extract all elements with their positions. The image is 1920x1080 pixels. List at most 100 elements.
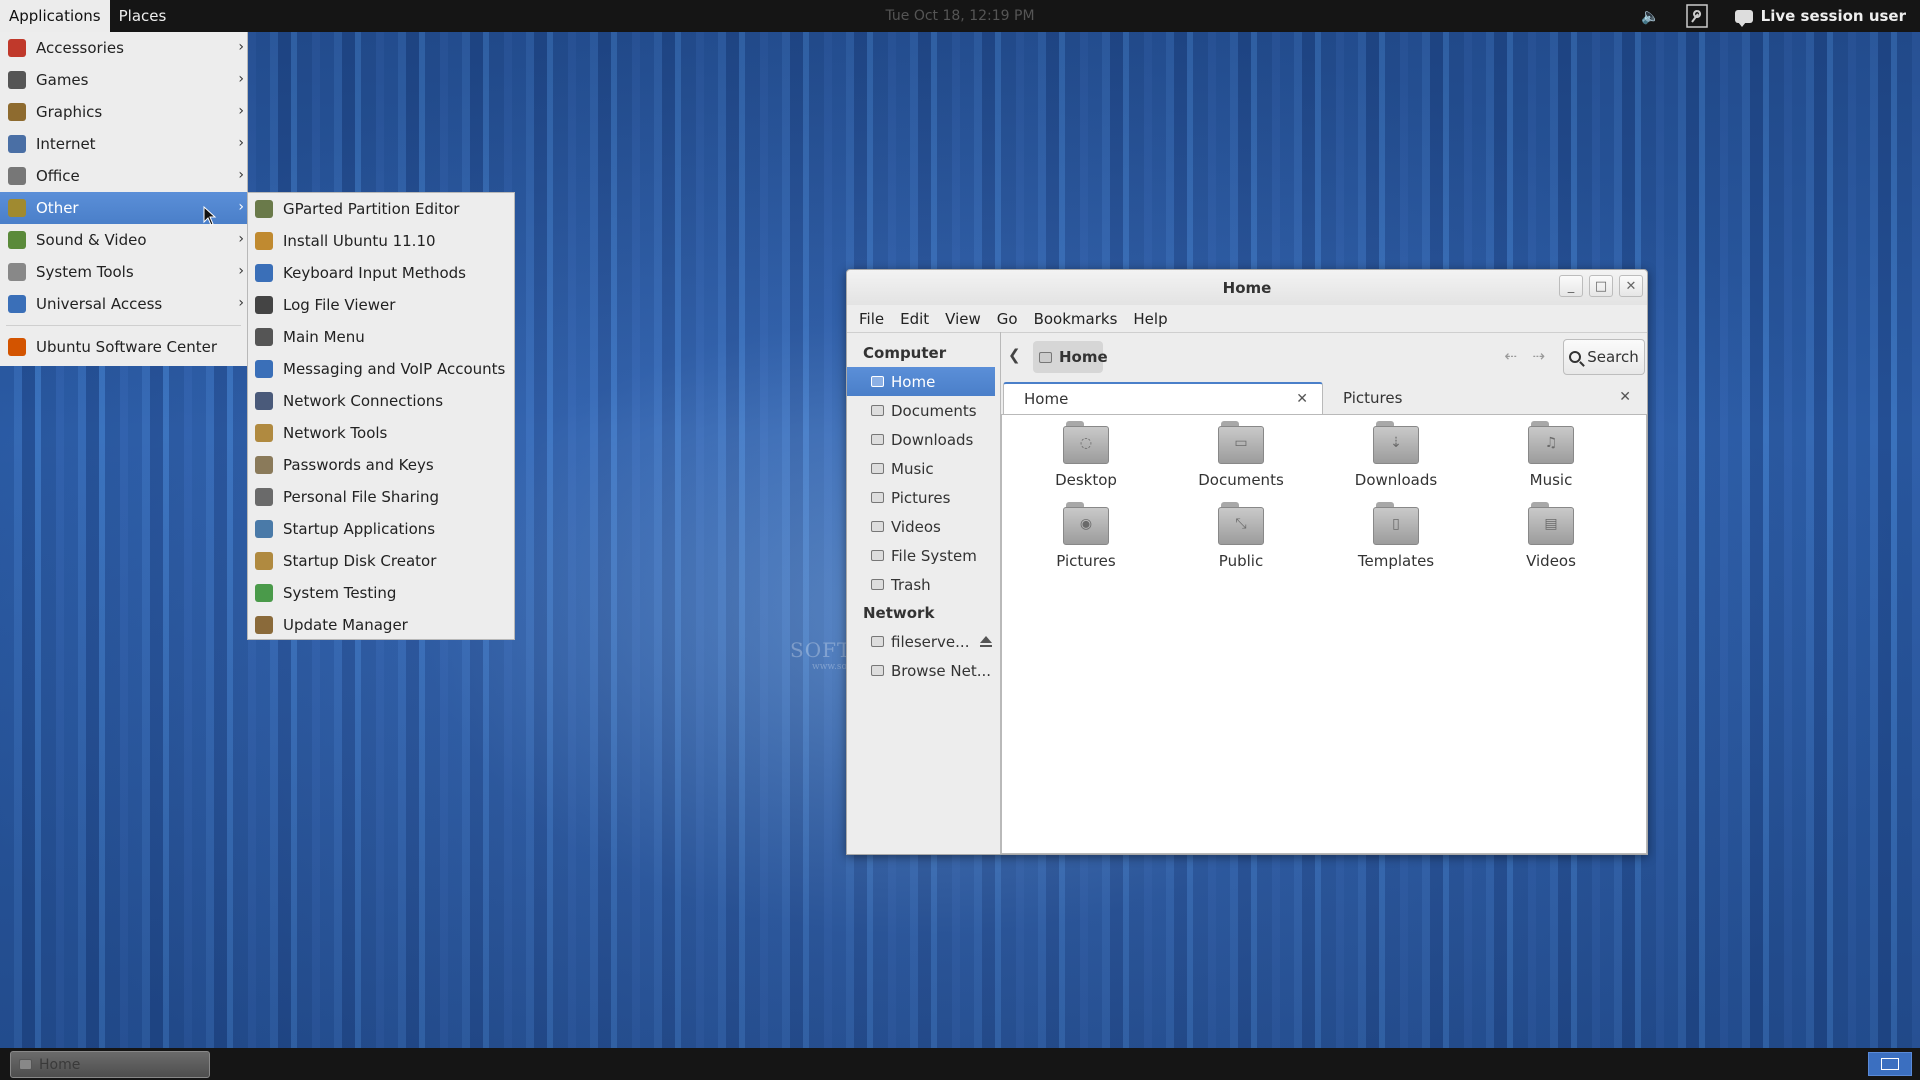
sidebar-item-music[interactable]: Music: [847, 454, 1000, 483]
minimize-button[interactable]: _: [1559, 275, 1583, 297]
path-bar-home[interactable]: Home: [1033, 341, 1108, 373]
downloads-folder-icon: [871, 434, 884, 445]
app-category-internet[interactable]: Internet ›: [0, 128, 247, 160]
search-label: Search: [1587, 348, 1639, 366]
folder-pictures[interactable]: ◉ Pictures: [1026, 502, 1146, 570]
clock[interactable]: Tue Oct 18, 12:19 PM: [0, 8, 1920, 24]
menu-bookmarks[interactable]: Bookmarks: [1026, 310, 1126, 328]
volume-icon[interactable]: 🔈: [1635, 0, 1667, 32]
other-icon: [8, 199, 26, 217]
folder-videos[interactable]: ▤ Videos: [1491, 502, 1611, 570]
accessibility-icon[interactable]: [1667, 0, 1727, 32]
sound-video-icon: [8, 231, 26, 249]
sidebar-item-pictures[interactable]: Pictures: [847, 483, 1000, 512]
menu-view[interactable]: View: [937, 310, 989, 328]
close-button[interactable]: ✕: [1619, 275, 1643, 297]
submenu-item-startup-applications[interactable]: Startup Applications: [248, 513, 514, 545]
startup-disk-creator-icon: [255, 552, 273, 570]
window-titlebar[interactable]: Home _ □ ✕: [847, 270, 1647, 305]
submenu-item-label: Keyboard Input Methods: [283, 264, 466, 282]
tab-home[interactable]: Home ✕: [1003, 382, 1323, 414]
history-forward-icon[interactable]: ⇢: [1532, 347, 1545, 365]
menu-go[interactable]: Go: [989, 310, 1026, 328]
submenu-item-label: Install Ubuntu 11.10: [283, 232, 436, 250]
sidebar-item-label: Trash: [891, 575, 931, 594]
submenu-item-messaging-and-voip-accounts[interactable]: Messaging and VoIP Accounts: [248, 353, 514, 385]
folder-music[interactable]: ♫ Music: [1491, 421, 1611, 489]
app-category-games[interactable]: Games ›: [0, 64, 247, 96]
sidebar-item-downloads[interactable]: Downloads: [847, 425, 1000, 454]
submenu-item-gparted-partition-editor[interactable]: GParted Partition Editor: [248, 193, 514, 225]
submenu-item-personal-file-sharing[interactable]: Personal File Sharing: [248, 481, 514, 513]
sidebar-item-videos[interactable]: Videos: [847, 512, 1000, 541]
sidebar-item-documents[interactable]: Documents: [847, 396, 1000, 425]
sidebar-heading-computer: Computer: [863, 344, 947, 362]
submenu-item-main-menu[interactable]: Main Menu: [248, 321, 514, 353]
submenu-item-install-ubuntu-11-10[interactable]: Install Ubuntu 11.10: [248, 225, 514, 257]
submenu-item-label: Update Manager: [283, 616, 408, 634]
places-menu-button[interactable]: Places: [110, 0, 176, 32]
close-tab-icon[interactable]: ✕: [1296, 391, 1308, 407]
app-category-office[interactable]: Office ›: [0, 160, 247, 192]
app-category-label: Universal Access: [36, 295, 163, 313]
menu-file[interactable]: File: [851, 310, 892, 328]
sidebar-network-item-1[interactable]: fileserve...: [847, 627, 1000, 656]
submenu-item-log-file-viewer[interactable]: Log File Viewer: [248, 289, 514, 321]
software-center-label: Ubuntu Software Center: [36, 338, 218, 356]
app-category-label: Office: [36, 167, 80, 185]
gparted-partition-editor-icon: [255, 200, 273, 218]
submenu-item-network-connections[interactable]: Network Connections: [248, 385, 514, 417]
folder-templates[interactable]: ▯ Templates: [1336, 502, 1456, 570]
folder-desktop[interactable]: ◌ Desktop: [1026, 421, 1146, 489]
file-view: ◌ Desktop ▭ Documents ⇣ Downloads ♫ Music ◉ Pictu…: [1001, 414, 1647, 854]
folder-documents[interactable]: ▭ Documents: [1181, 421, 1301, 489]
folder-label: Templates: [1357, 552, 1435, 570]
submenu-item-keyboard-input-methods[interactable]: Keyboard Input Methods: [248, 257, 514, 289]
close-tab-icon[interactable]: ✕: [1619, 389, 1631, 405]
universal-access-icon: [8, 295, 26, 313]
log-file-viewer-icon: [255, 296, 273, 314]
submenu-item-label: Network Tools: [283, 424, 388, 442]
file-manager-window: Home _ □ ✕ File Edit View Go Bookmarks Help C…: [846, 269, 1648, 855]
network-share-icon: [871, 665, 884, 676]
sidebar-network-item-2[interactable]: Browse Net...: [847, 656, 1000, 685]
taskbar-item-home[interactable]: Home: [10, 1051, 210, 1078]
sidebar-item-trash[interactable]: Trash: [847, 570, 1000, 599]
other-submenu: GParted Partition Editor Install Ubuntu 1…: [247, 192, 515, 640]
folder-label: Videos: [1526, 552, 1576, 570]
history-back-icon[interactable]: ⇠: [1504, 347, 1517, 365]
menu-help[interactable]: Help: [1125, 310, 1175, 328]
submenu-item-startup-disk-creator[interactable]: Startup Disk Creator: [248, 545, 514, 577]
submenu-item-system-testing[interactable]: System Testing: [248, 577, 514, 609]
folder-public[interactable]: ⤡ Public: [1181, 502, 1301, 570]
workspace-switcher[interactable]: [1868, 1052, 1912, 1076]
back-button[interactable]: ❮: [1008, 346, 1022, 366]
submenu-item-update-manager[interactable]: Update Manager: [248, 609, 514, 641]
sidebar-item-file-system[interactable]: File System: [847, 541, 1000, 570]
app-category-accessories[interactable]: Accessories ›: [0, 32, 247, 64]
submenu-item-network-tools[interactable]: Network Tools: [248, 417, 514, 449]
app-category-system-tools[interactable]: System Tools ›: [0, 256, 247, 288]
app-category-label: Sound & Video: [36, 231, 147, 249]
app-category-universal-access[interactable]: Universal Access ›: [0, 288, 247, 320]
menu-edit[interactable]: Edit: [892, 310, 937, 328]
software-center-icon: [8, 338, 26, 356]
user-menu[interactable]: Live session user: [1727, 7, 1920, 27]
folder-label: Music: [1529, 471, 1573, 489]
submenu-item-passwords-and-keys[interactable]: Passwords and Keys: [248, 449, 514, 481]
taskbar-label: Home: [39, 1056, 81, 1073]
ubuntu-software-center-item[interactable]: Ubuntu Software Center: [0, 331, 247, 363]
tab-pictures[interactable]: Pictures ✕: [1323, 382, 1645, 414]
sidebar-item-home[interactable]: Home: [847, 367, 995, 396]
submenu-item-label: System Testing: [283, 584, 397, 602]
maximize-button[interactable]: □: [1589, 275, 1613, 297]
main-pane: ❮ Home ⇠ ⇢ Search Home ✕ Pictures ✕ ◌ Deskto…: [1000, 332, 1647, 854]
app-category-graphics[interactable]: Graphics ›: [0, 96, 247, 128]
folder-downloads[interactable]: ⇣ Downloads: [1336, 421, 1456, 489]
search-button[interactable]: Search: [1563, 339, 1645, 375]
applications-menu-button[interactable]: Applications: [0, 0, 110, 32]
app-category-label: Games: [36, 71, 89, 89]
app-category-sound-and-video[interactable]: Sound & Video ›: [0, 224, 247, 256]
app-category-label: Other: [36, 199, 79, 217]
eject-icon[interactable]: [980, 636, 992, 647]
